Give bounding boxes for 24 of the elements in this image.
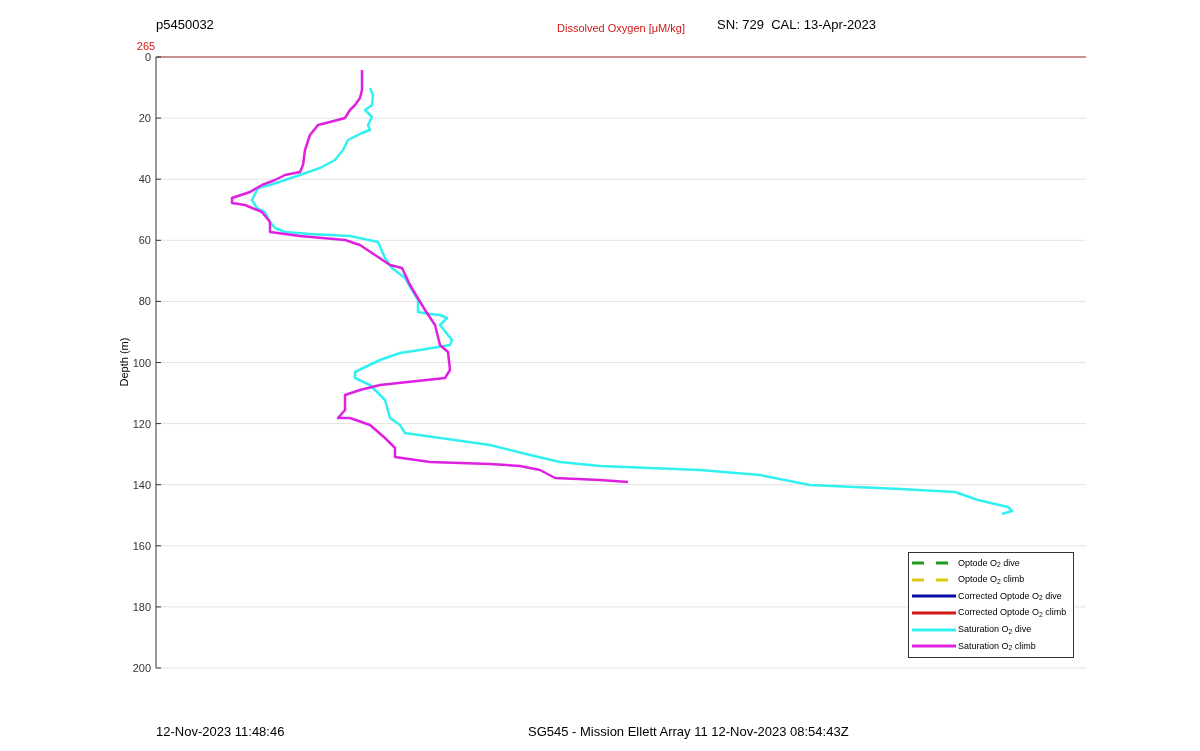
y-tick-label: 140 <box>132 478 151 491</box>
y-tick-label: 60 <box>138 234 151 247</box>
variable-title: Dissolved Oxygen [μM/kg] <box>557 20 686 36</box>
profile-title: p5450032 <box>156 15 215 34</box>
legend-label: Optode O$_{2}$ climb <box>958 573 1025 587</box>
y-tick-label: 0 <box>144 51 151 63</box>
legend-label: Saturation O$_{2}$ climb <box>958 639 1036 653</box>
y-tick-label: 200 <box>132 662 151 674</box>
mission-caption: SG545 - Mission Ellett Array 11 12-Nov-2023 08:54:43Z <box>528 723 849 741</box>
calibration-info: SN: 729 CAL: 13-Apr-2023 <box>717 15 876 34</box>
y-axis-title: Depth (m) <box>118 337 130 387</box>
y-tick-label: 80 <box>138 295 151 308</box>
y-tick-label: 180 <box>132 600 151 613</box>
legend-label: Corrected Optode O$_{2}$ dive <box>958 589 1062 604</box>
y-tick-label: 40 <box>138 173 151 186</box>
legend-label: Optode O$_{2}$ dive <box>958 556 1020 571</box>
y-tick-label: 120 <box>132 417 151 430</box>
timestamp: 12-Nov-2023 11:48:46 <box>156 723 286 741</box>
y-tick-label: 20 <box>138 112 151 125</box>
legend-label: Saturation O$_{2}$ dive <box>958 622 1032 637</box>
x-axis-label: 265 <box>136 40 156 52</box>
y-tick-label: 100 <box>132 356 151 369</box>
y-tick-label: 160 <box>132 539 151 552</box>
legend-label: Corrected Optode O$_{2}$ climb <box>958 606 1067 620</box>
